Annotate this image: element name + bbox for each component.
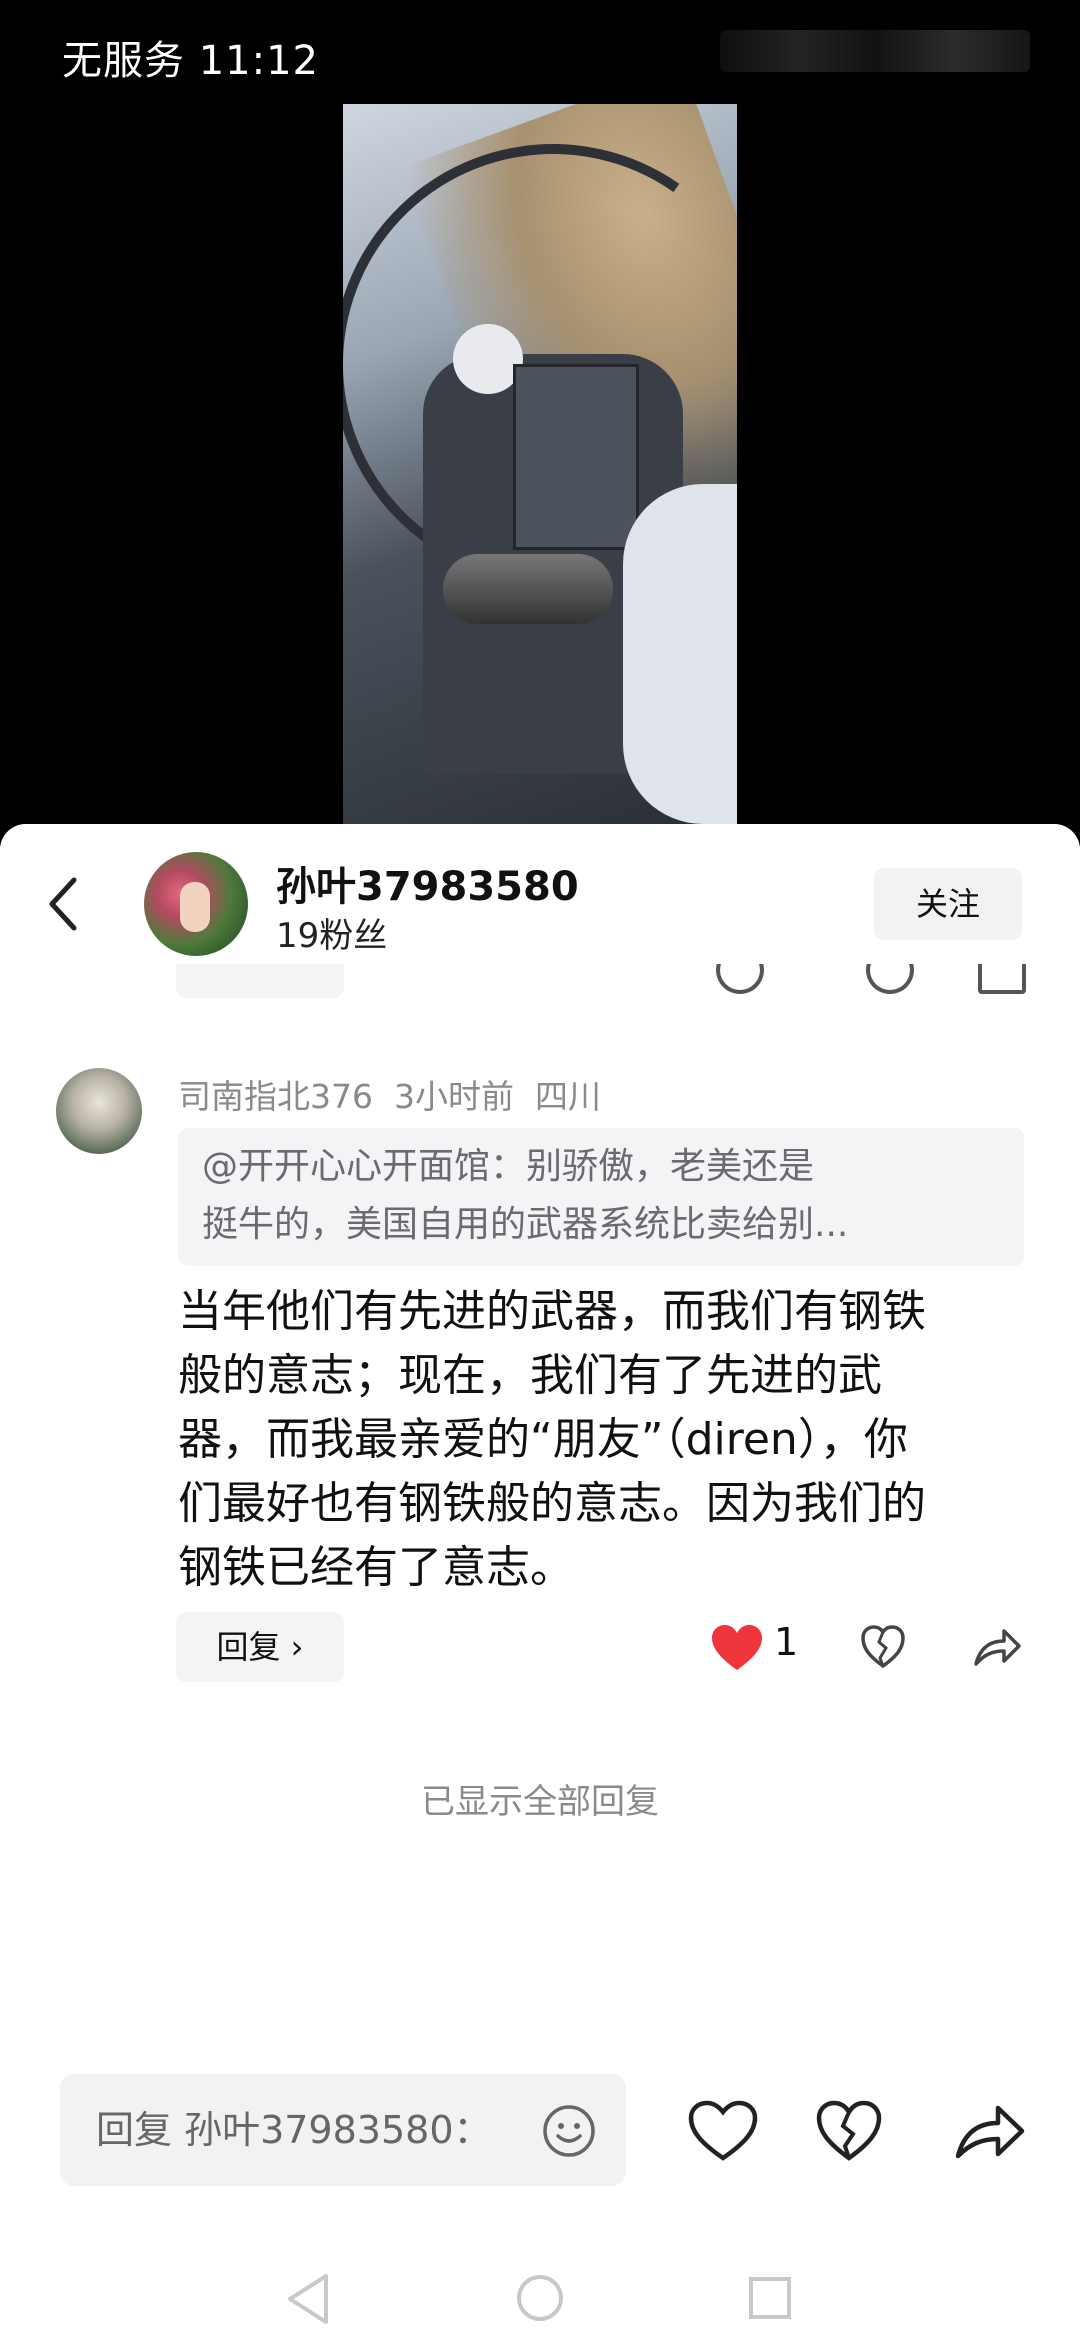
previous-reply-button[interactable] xyxy=(176,960,344,998)
comment-line: 们最好也有钢铁般的意志。因为我们的 xyxy=(178,1478,926,1529)
broken-heart-icon[interactable] xyxy=(860,1624,906,1670)
video-knee xyxy=(623,484,737,824)
comment-line: 钢铁已经有了意志。 xyxy=(178,1542,574,1593)
comment-text: 当年他们有先进的武器，而我们有钢铁 般的意志；现在，我们有了先进的武 器，而我最… xyxy=(178,1280,1018,1600)
emoji-icon[interactable] xyxy=(542,2104,596,2158)
quote-line: 挺牛的，美国自用的武器系统比卖给别... xyxy=(202,1204,849,1245)
commenter-avatar[interactable] xyxy=(56,1068,142,1154)
bottom-broken-heart-icon[interactable] xyxy=(816,2100,882,2162)
nav-back-icon[interactable] xyxy=(284,2272,332,2326)
nav-recent-icon[interactable] xyxy=(748,2276,792,2320)
bottom-share-icon[interactable] xyxy=(954,2100,1026,2162)
bottom-heart-icon[interactable] xyxy=(688,2100,758,2162)
follow-button[interactable]: 关注 xyxy=(874,868,1022,940)
quoted-comment[interactable]: @开开心心开面馆：别骄傲，老美还是 挺牛的，美国自用的武器系统比卖给别... xyxy=(178,1128,1024,1266)
like-count: 1 xyxy=(774,1620,799,1664)
comment-line: 器，而我最亲爱的“朋友”（diren），你 xyxy=(178,1414,908,1465)
previous-comment-actions xyxy=(0,960,1080,1006)
nav-home-icon[interactable] xyxy=(516,2274,564,2322)
comment-meta: 司南指北376 3小时前 四川 xyxy=(178,1077,601,1116)
all-replies-shown: 已显示全部回复 xyxy=(421,1782,659,1822)
previous-share-icon[interactable] xyxy=(978,960,1026,994)
reply-button[interactable]: 回复 › xyxy=(176,1612,344,1682)
reply-input[interactable]: 回复 孙叶37983580： xyxy=(60,2074,626,2186)
quote-line: @开开心心开面馆：别骄傲，老美还是 xyxy=(202,1146,815,1187)
comment-line: 当年他们有先进的武器，而我们有钢铁 xyxy=(178,1286,926,1337)
previous-dislike-icon[interactable] xyxy=(866,960,914,994)
author-avatar[interactable] xyxy=(144,852,248,956)
reply-input-placeholder: 回复 孙叶37983580： xyxy=(96,2108,492,2152)
status-bar: 无服务 11:12 xyxy=(0,0,1080,100)
comment-line: 般的意志；现在，我们有了先进的武 xyxy=(178,1350,882,1401)
share-icon[interactable] xyxy=(972,1624,1022,1670)
author-name[interactable]: 孙叶37983580 xyxy=(276,854,579,912)
sheet-header: 孙叶37983580 19粉丝 关注 xyxy=(0,824,1080,964)
video-panel xyxy=(513,364,639,550)
video-cylinder xyxy=(443,554,613,624)
video-player[interactable] xyxy=(343,104,737,826)
status-icons-blurred xyxy=(720,30,1030,72)
back-icon[interactable] xyxy=(44,874,84,934)
author-followers: 19粉丝 xyxy=(276,916,388,956)
heart-icon[interactable] xyxy=(710,1624,764,1672)
comment-sheet: 孙叶37983580 19粉丝 关注 司南指北376 3小时前 四川 @开开心心… xyxy=(0,824,1080,2340)
previous-like-icon[interactable] xyxy=(716,960,764,994)
status-carrier-time: 无服务 11:12 xyxy=(62,38,319,84)
